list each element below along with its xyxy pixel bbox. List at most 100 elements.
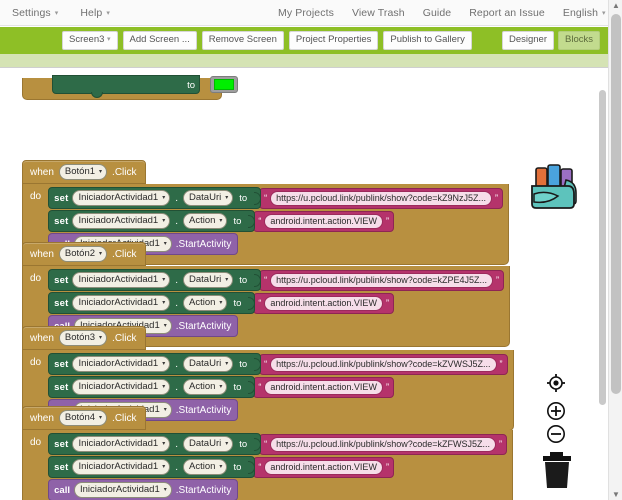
menu-item-view-trash[interactable]: View Trash xyxy=(352,7,405,19)
zoom-out-button[interactable] xyxy=(546,424,566,444)
text-string-value[interactable]: android.intent.action.VIEW xyxy=(264,379,383,395)
text-string-block[interactable]: “https://u.pcloud.link/publink/show?code… xyxy=(259,187,504,209)
setter-property-label: DataUri xyxy=(189,274,222,285)
event-component-dropdown[interactable]: Botón4 ▾ xyxy=(58,410,108,426)
menu-item-my-projects[interactable]: My Projects xyxy=(278,7,334,19)
event-block-header[interactable]: when Botón4 ▾ .Click xyxy=(22,406,146,430)
setter-property-dropdown[interactable]: DataUri ▾ xyxy=(183,190,234,206)
setter-block-datauri[interactable]: set IniciadorActividad1 ▾. DataUri ▾ to xyxy=(48,187,262,209)
setter-block-action[interactable]: set IniciadorActividad1 ▾. Action ▾ to xyxy=(48,292,256,314)
text-string-value[interactable]: android.intent.action.VIEW xyxy=(264,213,383,229)
chevron-down-icon: ▾ xyxy=(219,300,223,306)
workspace-vertical-scrollbar[interactable] xyxy=(599,90,606,405)
dot-separator: . xyxy=(175,358,179,370)
color-swatch xyxy=(214,79,234,90)
event-component-dropdown[interactable]: Botón2 ▾ xyxy=(58,246,108,262)
setter-component-dropdown[interactable]: IniciadorActividad1 ▾ xyxy=(72,272,171,288)
text-string-value[interactable]: https://u.pcloud.link/publink/show?code=… xyxy=(270,190,493,206)
trash-can-button[interactable] xyxy=(540,451,574,496)
menu-item-my-projects-label: My Projects xyxy=(278,6,334,19)
text-string-value[interactable]: https://u.pcloud.link/publink/show?code=… xyxy=(270,272,494,288)
setter-block-datauri[interactable]: set IniciadorActividad1 ▾. DataUri ▾ to xyxy=(48,433,262,455)
close-quote-icon: ” xyxy=(385,381,389,392)
menu-item-report-an-issue[interactable]: Report an Issue xyxy=(469,7,545,19)
setter-block-datauri[interactable]: set IniciadorActividad1 ▾. DataUri ▾ to xyxy=(48,269,262,291)
add-screen-button[interactable]: Add Screen ... xyxy=(122,31,197,50)
partial-event-block-top[interactable]: to xyxy=(22,75,238,100)
text-string-block[interactable]: “https://u.pcloud.link/publink/show?code… xyxy=(259,269,505,291)
setter-component-dropdown[interactable]: IniciadorActividad1 ▾ xyxy=(72,190,171,206)
event-block-header[interactable]: when Botón3 ▾ .Click xyxy=(22,326,146,350)
project-properties-button[interactable]: Project Properties xyxy=(288,31,379,50)
screen-selector-dropdown[interactable]: Screen3 ▾ xyxy=(62,31,118,50)
setter-component-label: IniciadorActividad1 xyxy=(78,358,159,369)
value-socket xyxy=(248,214,256,228)
text-string-block[interactable]: “android.intent.action.VIEW” xyxy=(253,456,394,478)
scroll-down-arrow-icon[interactable]: ▼ xyxy=(612,490,620,499)
chevron-down-icon: ▾ xyxy=(99,169,103,175)
chevron-down-icon: ▾ xyxy=(219,218,223,224)
menu-item-language[interactable]: English ▾ xyxy=(563,7,606,19)
text-string-block[interactable]: “android.intent.action.VIEW” xyxy=(253,376,394,398)
setter-property-dropdown[interactable]: DataUri ▾ xyxy=(183,356,234,372)
setter-property-dropdown[interactable]: Action ▾ xyxy=(183,295,228,311)
value-socket xyxy=(254,357,262,371)
page-vertical-scrollbar[interactable]: ▲ ▼ xyxy=(608,0,622,500)
zoom-in-button[interactable] xyxy=(546,401,566,421)
setter-block-action[interactable]: set IniciadorActividad1 ▾. Action ▾ to xyxy=(48,376,256,398)
page-scrollbar-thumb[interactable] xyxy=(611,14,621,394)
text-string-block[interactable]: “https://u.pcloud.link/publink/show?code… xyxy=(259,433,508,455)
setter-block-action[interactable]: set IniciadorActividad1 ▾. Action ▾ to xyxy=(48,456,256,478)
text-string-block[interactable]: “android.intent.action.VIEW” xyxy=(253,210,394,232)
setter-component-dropdown[interactable]: IniciadorActividad1 ▾ xyxy=(72,436,171,452)
setter-block-action[interactable]: set IniciadorActividad1 ▾. Action ▾ to xyxy=(48,210,256,232)
partial-setter-row[interactable]: to xyxy=(52,75,200,98)
backpack-icon[interactable] xyxy=(522,156,586,220)
call-method-block[interactable]: callIniciadorActividad1▾.StartActivity xyxy=(48,479,239,500)
color-value-block[interactable] xyxy=(210,76,238,93)
event-component-dropdown[interactable]: Botón1 ▾ xyxy=(58,164,108,180)
text-string-block[interactable]: “https://u.pcloud.link/publink/show?code… xyxy=(259,353,508,375)
text-string-value[interactable]: android.intent.action.VIEW xyxy=(264,459,383,475)
remove-screen-button[interactable]: Remove Screen xyxy=(201,31,284,50)
setter-property-dropdown[interactable]: Action ▾ xyxy=(183,379,228,395)
blocks-workspace-canvas[interactable]: to when Botón1 ▾ .Click do set IniciadorActivi… xyxy=(0,68,608,500)
setter-property-dropdown[interactable]: DataUri ▾ xyxy=(183,272,234,288)
text-string-value[interactable]: android.intent.action.VIEW xyxy=(264,295,383,311)
chevron-down-icon: ▾ xyxy=(99,335,103,341)
setter-component-dropdown[interactable]: IniciadorActividad1 ▾ xyxy=(72,356,171,372)
event-component-dropdown[interactable]: Botón3 ▾ xyxy=(58,330,108,346)
value-socket xyxy=(248,460,256,474)
to-keyword: to xyxy=(233,297,242,309)
setter-component-dropdown[interactable]: IniciadorActividad1 ▾ xyxy=(72,379,171,395)
setter-component-dropdown[interactable]: IniciadorActividad1 ▾ xyxy=(72,213,171,229)
zoom-out-icon xyxy=(547,425,565,443)
setter-property-dropdown[interactable]: DataUri ▾ xyxy=(183,436,234,452)
setter-block-datauri[interactable]: set IniciadorActividad1 ▾. DataUri ▾ to xyxy=(48,353,262,375)
chevron-down-icon: ▾ xyxy=(106,9,110,17)
to-keyword: to xyxy=(239,438,248,450)
text-string-value[interactable]: https://u.pcloud.link/publink/show?code=… xyxy=(270,436,497,452)
to-keyword: to xyxy=(239,358,248,370)
setter-property-dropdown[interactable]: Action ▾ xyxy=(183,459,228,475)
publish-to-gallery-button[interactable]: Publish to Gallery xyxy=(383,31,472,50)
event-block-header[interactable]: when Botón2 ▾ .Click xyxy=(22,242,146,266)
text-string-block[interactable]: “android.intent.action.VIEW” xyxy=(253,292,394,314)
menu-item-help[interactable]: Help ▾ xyxy=(80,7,110,19)
setter-component-dropdown[interactable]: IniciadorActividad1 ▾ xyxy=(72,295,171,311)
event-block-4[interactable]: when Botón4 ▾ .Click do set IniciadorActividad… xyxy=(22,406,514,500)
center-workspace-button[interactable] xyxy=(546,373,566,393)
tab-designer[interactable]: Designer xyxy=(501,31,555,50)
setter-property-dropdown[interactable]: Action ▾ xyxy=(183,213,228,229)
setter-component-dropdown[interactable]: IniciadorActividad1 ▾ xyxy=(72,459,171,475)
do-keyword: do xyxy=(30,273,42,284)
event-name-label: .Click xyxy=(112,332,137,344)
text-string-value[interactable]: https://u.pcloud.link/publink/show?code=… xyxy=(270,356,497,372)
scroll-up-arrow-icon[interactable]: ▲ xyxy=(612,1,620,10)
menu-item-guide[interactable]: Guide xyxy=(423,7,452,19)
call-component-dropdown[interactable]: IniciadorActividad1▾ xyxy=(73,482,172,498)
tab-blocks[interactable]: Blocks xyxy=(558,31,600,50)
menu-item-settings[interactable]: Settings ▾ xyxy=(12,7,58,19)
dot-separator: . xyxy=(175,274,179,286)
event-block-header[interactable]: when Botón1 ▾ .Click xyxy=(22,160,146,184)
